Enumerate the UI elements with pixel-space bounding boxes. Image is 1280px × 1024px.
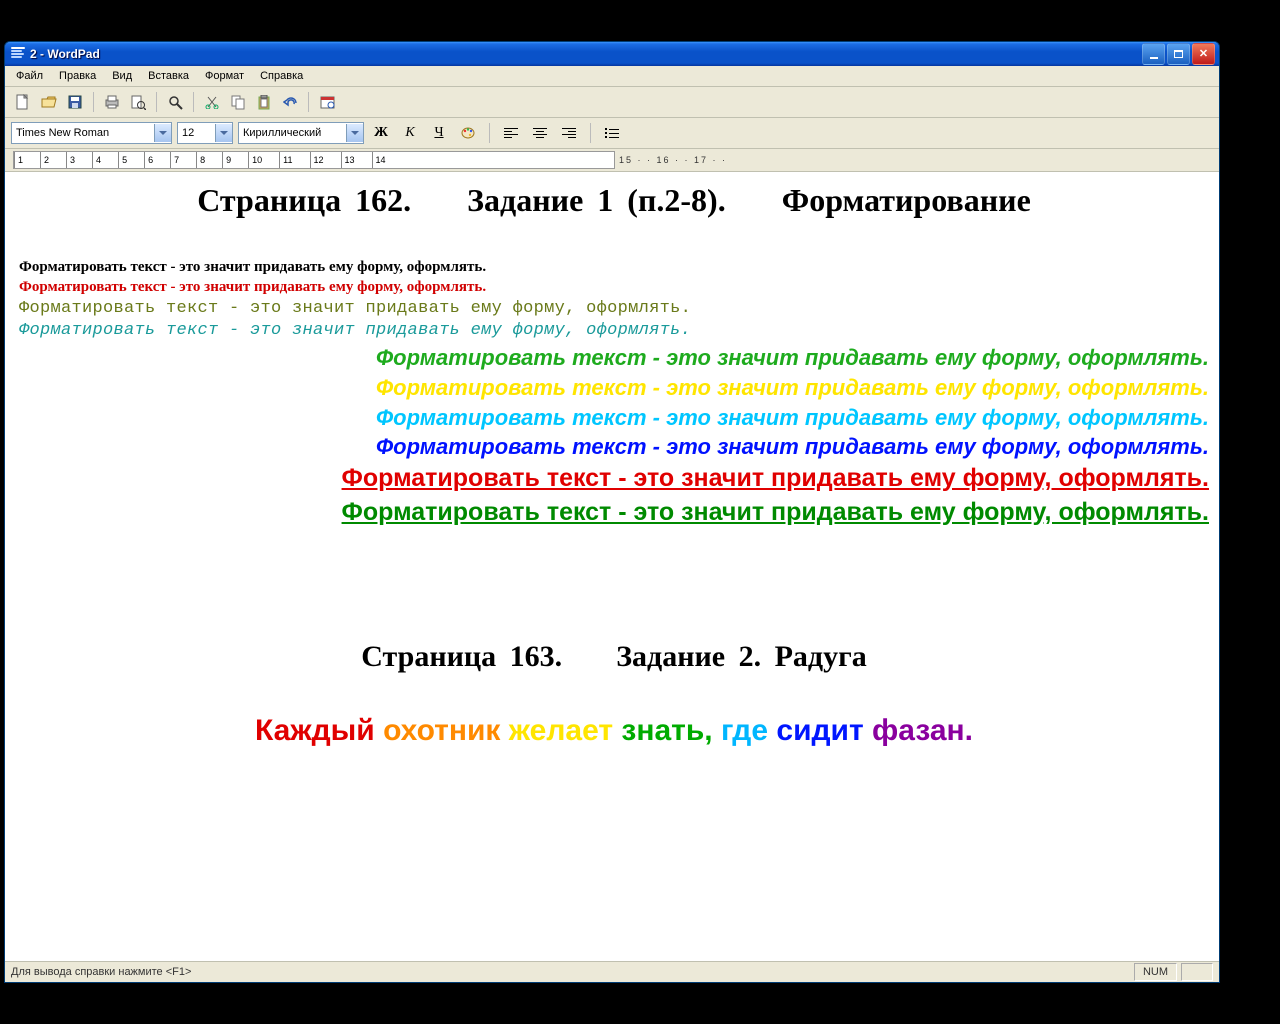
new-icon[interactable] <box>11 90 35 114</box>
titlebar[interactable]: 2 - WordPad <box>5 42 1219 66</box>
menubar: Файл Правка Вид Вставка Формат Справка <box>5 66 1219 87</box>
script-select[interactable]: Кириллический <box>238 122 364 144</box>
rainbow-sentence: Каждый охотник желает знать, где сидит ф… <box>19 714 1209 748</box>
menu-insert[interactable]: Вставка <box>141 68 196 84</box>
sample-line: Форматировать текст - это значит придава… <box>19 462 1209 496</box>
statusbar: Для вывода справки нажмите <F1> NUM <box>5 961 1219 982</box>
bullets-button[interactable] <box>600 121 624 145</box>
paste-icon[interactable] <box>252 90 276 114</box>
menu-view[interactable]: Вид <box>105 68 139 84</box>
menu-format[interactable]: Формат <box>198 68 251 84</box>
script-value: Кириллический <box>243 127 321 139</box>
print-icon[interactable] <box>100 90 124 114</box>
close-button[interactable] <box>1192 43 1215 65</box>
document-area[interactable]: Страница 162. Задание 1 (п.2-8). Формати… <box>5 172 1219 961</box>
heading-2: Страница 163. Задание 2. Радуга <box>19 640 1209 674</box>
menu-edit[interactable]: Правка <box>52 68 103 84</box>
ruler[interactable]: 12 34 56 78 910 1112 1314 15 · · 16 · · … <box>5 149 1219 172</box>
menu-help[interactable]: Справка <box>253 68 310 84</box>
align-center-button[interactable] <box>528 121 552 145</box>
status-hint: Для вывода справки нажмите <F1> <box>11 966 191 978</box>
print-preview-icon[interactable] <box>126 90 150 114</box>
italic-button[interactable]: К <box>398 121 422 145</box>
copy-icon[interactable] <box>226 90 250 114</box>
datetime-icon[interactable] <box>315 90 339 114</box>
format-toolbar: Times New Roman 12 Кириллический Ж К Ч <box>5 118 1219 149</box>
font-size-value: 12 <box>182 127 194 139</box>
maximize-button[interactable] <box>1167 43 1190 65</box>
wordpad-icon <box>11 47 25 61</box>
sample-line: Форматировать текст - это значит придава… <box>19 320 1209 343</box>
resize-grip-icon[interactable] <box>1181 963 1213 981</box>
heading-1: Страница 162. Задание 1 (п.2-8). Формати… <box>19 182 1209 219</box>
dropdown-icon <box>346 124 363 142</box>
dropdown-icon <box>215 124 232 142</box>
find-icon[interactable] <box>163 90 187 114</box>
document: Страница 162. Задание 1 (п.2-8). Формати… <box>19 182 1209 748</box>
bold-button[interactable]: Ж <box>369 121 393 145</box>
underline-button[interactable]: Ч <box>427 121 451 145</box>
align-right-button[interactable] <box>557 121 581 145</box>
font-select[interactable]: Times New Roman <box>11 122 172 144</box>
standard-toolbar <box>5 87 1219 118</box>
menu-file[interactable]: Файл <box>9 68 50 84</box>
sample-line: Форматировать текст - это значит придава… <box>19 403 1209 433</box>
align-left-button[interactable] <box>499 121 523 145</box>
status-num: NUM <box>1134 963 1177 981</box>
sample-line: Форматировать текст - это значит придава… <box>19 257 1209 277</box>
open-icon[interactable] <box>37 90 61 114</box>
sample-line: Форматировать текст - это значит придава… <box>19 298 1209 321</box>
undo-icon[interactable] <box>278 90 302 114</box>
sample-line: Форматировать текст - это значит придава… <box>19 373 1209 403</box>
window-title: 2 - WordPad <box>30 47 1137 61</box>
cut-icon[interactable] <box>200 90 224 114</box>
ruler-tail: 15 · · 16 · · 17 · · <box>615 155 727 165</box>
font-size-select[interactable]: 12 <box>177 122 233 144</box>
sample-line: Форматировать текст - это значит придава… <box>19 432 1209 462</box>
dropdown-icon <box>154 124 171 142</box>
save-icon[interactable] <box>63 90 87 114</box>
minimize-button[interactable] <box>1142 43 1165 65</box>
ruler-scale: 12 34 56 78 910 1112 1314 <box>13 151 615 169</box>
sample-line: Форматировать текст - это значит придава… <box>19 277 1209 297</box>
sample-line: Форматировать текст - это значит придава… <box>19 343 1209 373</box>
wordpad-window: 2 - WordPad Файл Правка Вид Вставка Форм… <box>4 41 1220 983</box>
sample-line: Форматировать текст - это значит придава… <box>19 496 1209 530</box>
color-button[interactable] <box>456 121 480 145</box>
font-select-value: Times New Roman <box>16 127 109 139</box>
